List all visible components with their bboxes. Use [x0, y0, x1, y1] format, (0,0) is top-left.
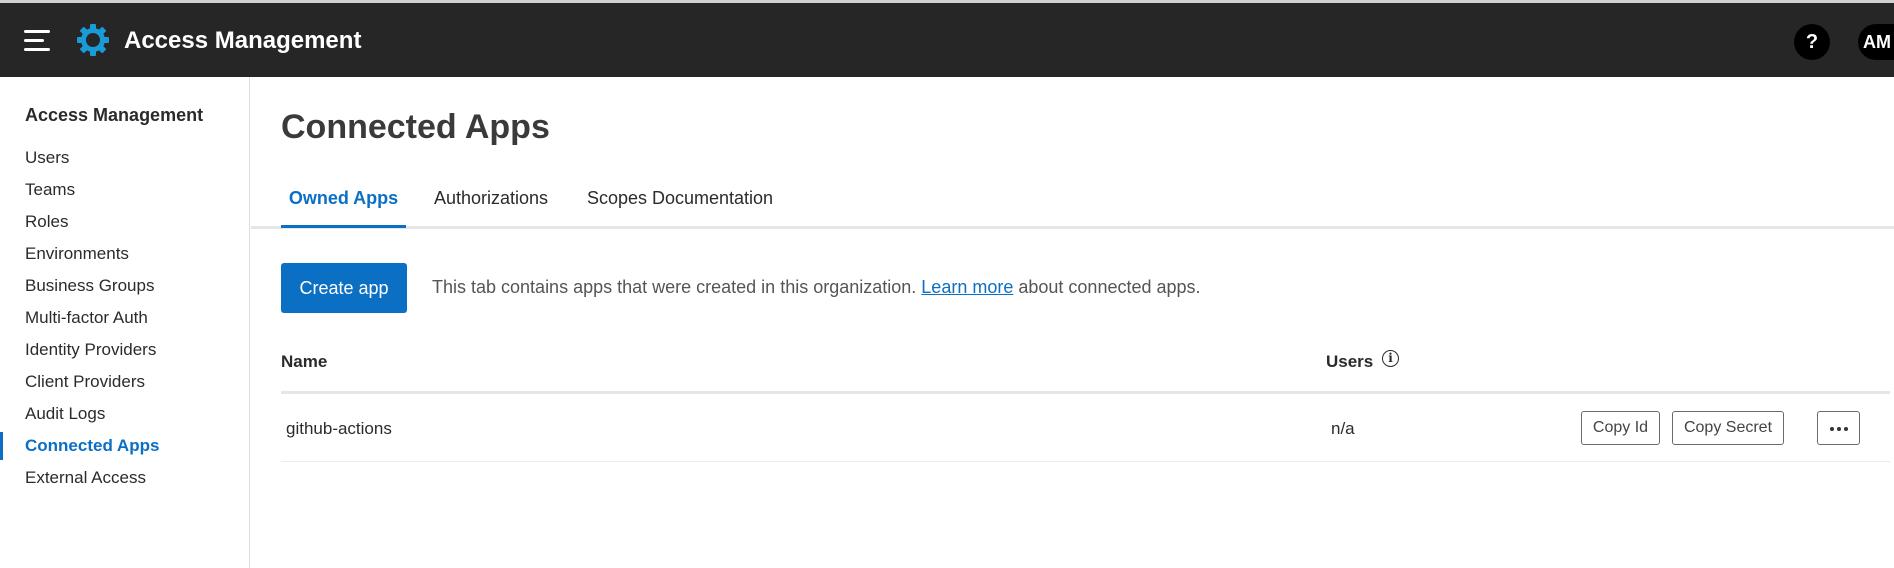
- app-name: github-actions: [286, 419, 392, 438]
- sidebar-item-business-groups[interactable]: Business Groups: [0, 270, 249, 302]
- ellipsis-icon: [1830, 427, 1834, 431]
- sidebar-heading: Access Management: [25, 105, 204, 125]
- table-header: Name Users i: [281, 340, 1890, 394]
- info-text-suffix: about connected apps.: [1018, 277, 1201, 297]
- gear-logo-icon: [77, 24, 109, 56]
- user-avatar[interactable]: AM: [1858, 24, 1894, 60]
- sidebar-item-external-access[interactable]: External Access: [0, 462, 249, 494]
- copy-id-button[interactable]: Copy Id: [1581, 411, 1660, 445]
- tab-bar: Owned Apps Authorizations Scopes Documen…: [251, 178, 1894, 229]
- info-text-prefix: This tab contains apps that were created…: [432, 277, 917, 297]
- tab-scopes-documentation[interactable]: Scopes Documentation: [584, 178, 776, 228]
- create-app-button[interactable]: Create app: [281, 263, 407, 313]
- tab-owned-apps[interactable]: Owned Apps: [281, 178, 406, 228]
- copy-secret-button[interactable]: Copy Secret: [1672, 411, 1784, 445]
- sidebar-item-identity-providers[interactable]: Identity Providers: [0, 334, 249, 366]
- sidebar: Access Management Users Teams Roles Envi…: [0, 77, 250, 568]
- sidebar-item-client-providers[interactable]: Client Providers: [0, 366, 249, 398]
- info-text: This tab contains apps that were created…: [432, 277, 1201, 298]
- app-users: n/a: [1331, 419, 1355, 438]
- info-icon[interactable]: i: [1382, 350, 1399, 367]
- column-header-users: Users: [1326, 352, 1374, 371]
- column-header-name: Name: [281, 352, 328, 371]
- app-title: Access Management: [124, 27, 362, 54]
- learn-more-link[interactable]: Learn more: [921, 277, 1013, 297]
- menu-icon[interactable]: [24, 30, 50, 52]
- sidebar-item-environments[interactable]: Environments: [0, 238, 249, 270]
- more-options-button[interactable]: [1817, 411, 1860, 445]
- page-title: Connected Apps: [281, 108, 550, 146]
- sidebar-item-multi-factor-auth[interactable]: Multi-factor Auth: [0, 302, 249, 334]
- sidebar-item-roles[interactable]: Roles: [0, 206, 249, 238]
- sidebar-item-teams[interactable]: Teams: [0, 174, 249, 206]
- table-row: github-actions n/a Copy Id Copy Secret: [281, 394, 1890, 462]
- sidebar-item-audit-logs[interactable]: Audit Logs: [0, 398, 249, 430]
- tab-authorizations[interactable]: Authorizations: [426, 178, 556, 228]
- help-button[interactable]: ?: [1794, 24, 1830, 60]
- top-bar: Access Management ? AM: [0, 0, 1894, 77]
- sidebar-item-connected-apps[interactable]: Connected Apps: [0, 430, 249, 462]
- sidebar-item-users[interactable]: Users: [0, 142, 249, 174]
